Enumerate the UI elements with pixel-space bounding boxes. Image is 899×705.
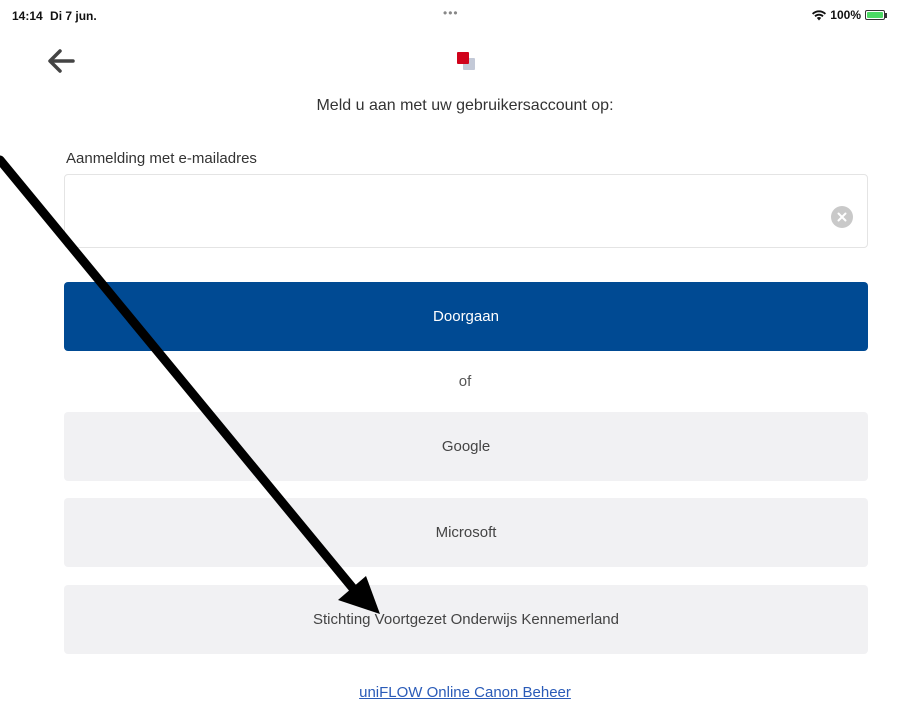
google-button-label: Google xyxy=(441,438,491,455)
status-time: 14:14 Di 7 jun. xyxy=(12,9,97,23)
email-field[interactable] xyxy=(77,175,821,249)
microsoft-signin-button[interactable]: Microsoft xyxy=(64,498,868,567)
microsoft-button-label: Microsoft xyxy=(435,524,497,541)
logo-red-square xyxy=(457,52,469,64)
clock-time: 14:14 xyxy=(12,9,43,23)
wifi-icon xyxy=(812,9,827,20)
page-subtitle: Meld u aan met uw gebruikersaccount op: xyxy=(316,97,614,114)
continue-button-label: Doorgaan xyxy=(433,308,499,325)
back-button[interactable] xyxy=(46,48,76,74)
status-right-group: 100% xyxy=(812,8,887,22)
canon-uniflow-logo xyxy=(454,52,480,72)
clear-x-icon xyxy=(837,212,847,222)
email-field-container xyxy=(64,174,868,249)
continue-button[interactable]: Doorgaan xyxy=(64,282,868,351)
clock-date: Di 7 jun. xyxy=(50,9,97,23)
status-bar: 14:14 Di 7 jun. ••• 100% xyxy=(0,0,899,30)
school-button-label: Stichting Voortgezet Onderwijs Kennemerl… xyxy=(312,611,619,628)
battery-level xyxy=(867,12,883,18)
arrow-left-icon xyxy=(48,49,75,73)
uniflow-admin-link[interactable]: uniFLOW Online Canon Beheer xyxy=(0,684,899,701)
multitasking-dots-icon[interactable]: ••• xyxy=(443,6,459,20)
battery-percentage: 100% xyxy=(830,8,861,22)
login-page: 14:14 Di 7 jun. ••• 100% Meld u aan met … xyxy=(0,0,899,705)
email-field-label: Aanmelding met e-mailadres xyxy=(66,150,257,167)
school-signin-button[interactable]: Stichting Voortgezet Onderwijs Kennemerl… xyxy=(64,585,868,654)
clear-circle-icon[interactable] xyxy=(831,206,853,228)
battery-charging-icon xyxy=(865,10,887,20)
or-divider-text: of xyxy=(458,373,472,390)
google-signin-button[interactable]: Google xyxy=(64,412,868,481)
